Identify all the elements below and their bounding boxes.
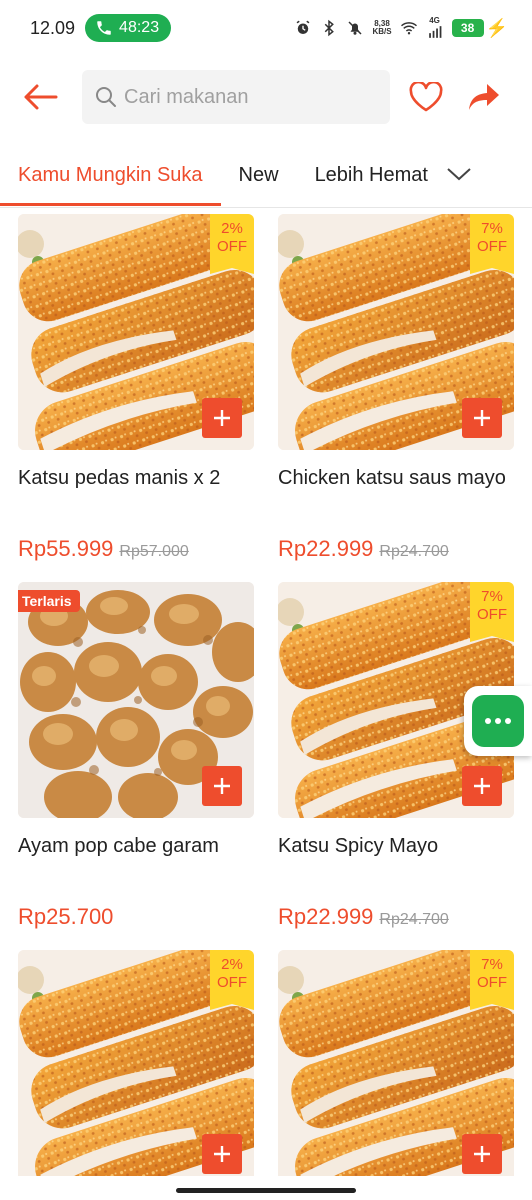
product-name[interactable]: Ayam pop cabe garam	[18, 834, 254, 884]
gesture-nav-bar	[0, 1176, 532, 1200]
call-duration: 48:23	[119, 19, 160, 36]
home-handle[interactable]	[176, 1188, 356, 1193]
tab-new[interactable]: New	[239, 146, 279, 206]
product-card[interactable]: 2% OFF Katsu pedas manis x 2 Rp55.999 Rp…	[18, 214, 254, 562]
original-price: Rp24.700	[379, 911, 449, 928]
more-dots-icon	[472, 695, 524, 747]
price-row: Rp25.700	[18, 904, 254, 930]
tabs-expand-button[interactable]	[446, 146, 472, 189]
add-to-cart-button[interactable]	[202, 766, 242, 806]
alarm-icon	[297, 20, 310, 34]
original-price: Rp57.000	[119, 543, 189, 560]
share-button[interactable]	[464, 77, 504, 117]
ongoing-call-pill[interactable]: 48:23	[85, 14, 172, 42]
plus-icon	[214, 1146, 230, 1162]
status-bar: 12.09 48:23 8,38 KB/S 4G 38 ⚡	[0, 0, 532, 56]
status-time: 12.09	[30, 17, 76, 38]
add-to-cart-button[interactable]	[462, 766, 502, 806]
battery-level: 38	[451, 19, 484, 37]
product-card[interactable]: 7% OFF Katsu Spicy Mayo Rp22.999 Rp24.70…	[278, 582, 514, 930]
product-name[interactable]: Katsu pedas manis x 2	[18, 466, 254, 516]
product-image[interactable]: 7% OFF	[278, 214, 514, 450]
tab-kamu-mungkin-suka[interactable]: Kamu Mungkin Suka	[0, 146, 221, 206]
network-speed: 8,38 KB/S	[372, 19, 392, 36]
original-price: Rp24.700	[379, 543, 449, 560]
product-name[interactable]: Katsu Spicy Mayo	[278, 834, 514, 884]
price-row: Rp22.999 Rp24.700	[278, 904, 514, 930]
chevron-down-icon	[447, 168, 471, 181]
status-icons: 8,38 KB/S 4G 38 ⚡	[294, 17, 508, 39]
favorite-button[interactable]	[406, 77, 446, 117]
product-image[interactable]: Terlaris	[18, 582, 254, 818]
plus-icon	[474, 410, 490, 426]
share-icon	[469, 84, 499, 110]
plus-icon	[214, 410, 230, 426]
wifi-icon	[400, 22, 417, 35]
charging-icon: ⚡	[485, 17, 508, 38]
product-card[interactable]: 7% OFF	[278, 950, 514, 1176]
product-price: Rp22.999	[278, 904, 374, 929]
phone-icon	[97, 21, 111, 35]
back-button[interactable]	[18, 75, 62, 119]
bluetooth-icon	[325, 19, 335, 37]
product-grid: 2% OFF Katsu pedas manis x 2 Rp55.999 Rp…	[18, 214, 518, 1176]
product-name[interactable]: Chicken katsu saus mayo	[278, 466, 514, 516]
discount-badge: 7% OFF	[470, 214, 514, 274]
discount-badge: 2% OFF	[210, 950, 254, 1010]
tab-lebih-hemat[interactable]: Lebih Hemat	[315, 146, 428, 206]
product-price: Rp25.700	[18, 904, 114, 929]
product-image[interactable]: 2% OFF	[18, 950, 254, 1176]
search-bar[interactable]	[82, 70, 390, 124]
plus-icon	[214, 778, 230, 794]
product-price: Rp22.999	[278, 536, 374, 561]
mute-bell-icon	[348, 21, 362, 35]
discount-badge: 2% OFF	[210, 214, 254, 274]
price-row: Rp55.999 Rp57.000	[18, 536, 254, 562]
search-icon	[96, 87, 116, 107]
add-to-cart-button[interactable]	[202, 1134, 242, 1174]
top-header	[0, 66, 532, 128]
product-card[interactable]: Terlaris Ayam pop cabe garam Rp25.700	[18, 582, 254, 930]
bestseller-badge: Terlaris	[18, 590, 80, 612]
product-image[interactable]: 2% OFF	[18, 214, 254, 450]
cellular-indicator: 4G	[426, 17, 444, 39]
product-card[interactable]: 2% OFF	[18, 950, 254, 1176]
arrow-left-icon	[24, 84, 58, 110]
add-to-cart-button[interactable]	[202, 398, 242, 438]
plus-icon	[474, 778, 490, 794]
add-to-cart-button[interactable]	[462, 1134, 502, 1174]
product-price: Rp55.999	[18, 536, 114, 561]
price-row: Rp22.999 Rp24.700	[278, 536, 514, 562]
product-image[interactable]: 7% OFF	[278, 950, 514, 1176]
plus-icon	[474, 1146, 490, 1162]
product-card[interactable]: 7% OFF Chicken katsu saus mayo Rp22.999 …	[278, 214, 514, 562]
battery-indicator: 38 ⚡	[451, 17, 508, 39]
discount-badge: 7% OFF	[470, 950, 514, 1010]
signal-icon	[428, 26, 441, 38]
add-to-cart-button[interactable]	[462, 398, 502, 438]
search-input[interactable]	[124, 85, 364, 109]
discount-badge: 7% OFF	[470, 582, 514, 642]
category-tabs: Kamu Mungkin Suka New Lebih Hemat	[0, 146, 532, 208]
heart-icon	[409, 82, 443, 112]
floating-chat-button[interactable]	[464, 686, 532, 756]
